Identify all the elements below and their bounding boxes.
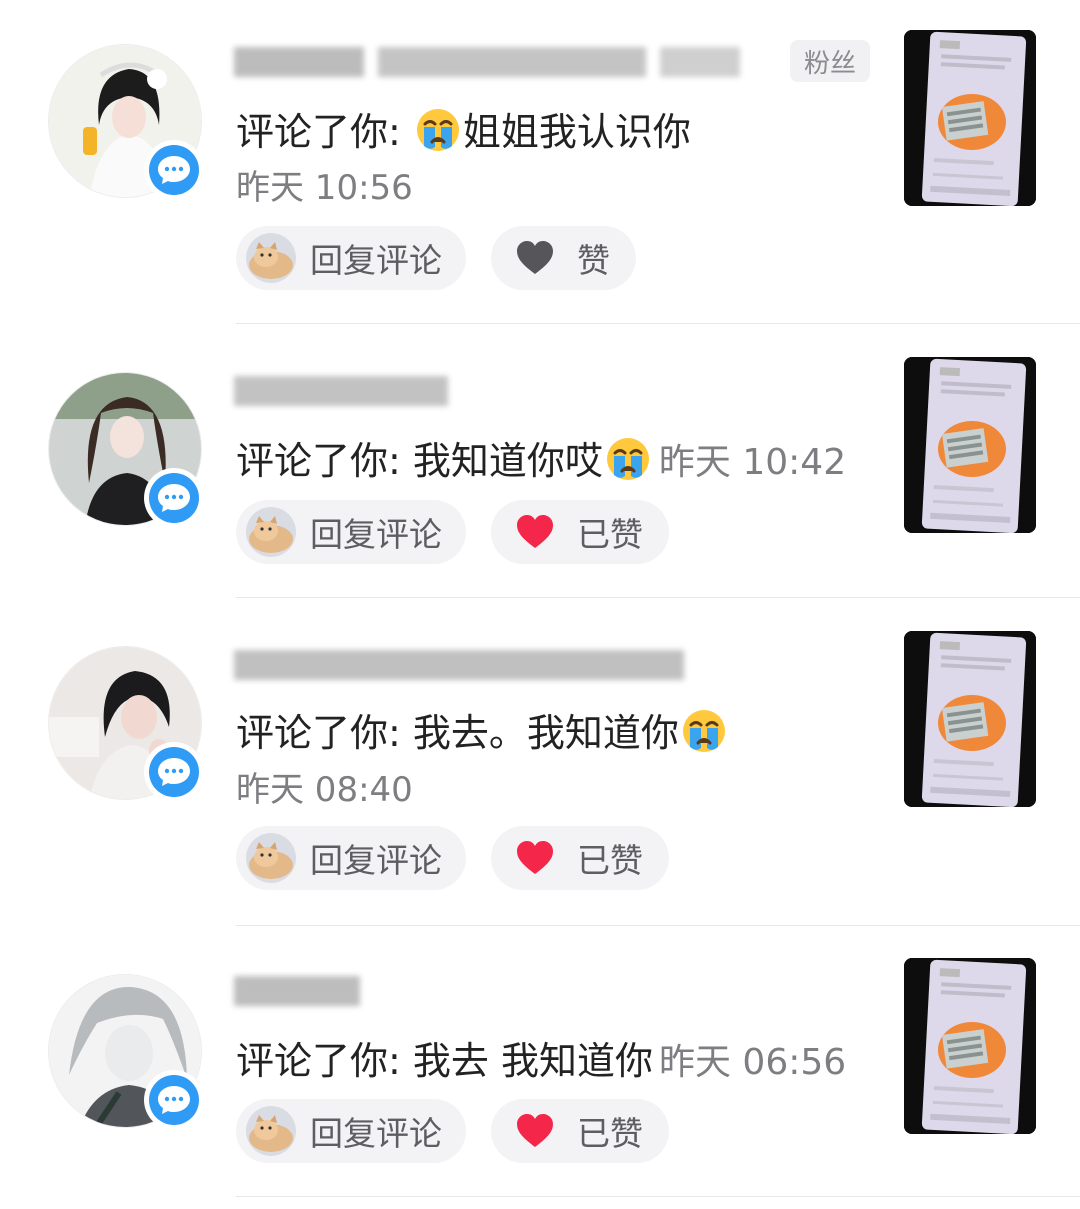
username-blurred[interactable] [234, 366, 448, 416]
loudly-crying-face-emoji [681, 708, 727, 754]
notification-item[interactable]: 评论了你: 我去 我知道你 昨天 06:56 回复评论 已赞 [0, 926, 1080, 1209]
avatar[interactable] [48, 372, 204, 528]
my-avatar-thumbnail [246, 1106, 296, 1156]
comment-text: 评论了你: 我去 我知道你 昨天 06:56 [236, 1039, 847, 1083]
my-avatar-thumbnail [246, 233, 296, 283]
heart-icon [515, 840, 555, 876]
timestamp: 昨天 08:40 [236, 770, 413, 810]
fan-badge: 粉丝 [790, 40, 870, 82]
comment-text: 评论了你: 姐姐我认识你 [236, 107, 691, 156]
avatar[interactable] [48, 646, 204, 802]
loudly-crying-face-emoji [605, 436, 651, 482]
notification-item[interactable]: 评论了你: 我去。我知道你 昨天 08:40 回复评论 已赞 [0, 598, 1080, 926]
heart-icon [515, 514, 555, 550]
timestamp: 昨天 10:56 [236, 168, 413, 208]
chat-bubble-icon [144, 742, 204, 802]
chat-bubble-icon [144, 468, 204, 528]
reply-comment-button[interactable]: 回复评论 [236, 226, 466, 290]
timestamp: 昨天 06:56 [658, 1042, 847, 1083]
liked-button[interactable]: 已赞 [491, 826, 669, 890]
loudly-crying-face-emoji [415, 107, 461, 153]
divider [236, 1196, 1080, 1197]
timestamp: 昨天 10:42 [658, 442, 847, 483]
post-thumbnail[interactable] [904, 357, 1036, 533]
username-blurred[interactable] [234, 966, 360, 1016]
heart-icon [515, 240, 555, 276]
chat-bubble-icon [144, 1070, 204, 1130]
notification-item[interactable]: 粉丝 评论了你: 姐姐我认识你 昨天 10:56 回复评论 赞 [0, 0, 1080, 324]
post-thumbnail[interactable] [904, 958, 1036, 1134]
my-avatar-thumbnail [246, 833, 296, 883]
avatar[interactable] [48, 974, 204, 1130]
like-button[interactable]: 赞 [491, 226, 636, 290]
avatar[interactable] [48, 44, 204, 200]
liked-button[interactable]: 已赞 [491, 500, 669, 564]
comment-text: 评论了你: 我知道你哎 昨天 10:42 [236, 436, 846, 487]
my-avatar-thumbnail [246, 507, 296, 557]
username-blurred[interactable] [234, 37, 740, 87]
reply-comment-button[interactable]: 回复评论 [236, 1099, 466, 1163]
post-thumbnail[interactable] [904, 631, 1036, 807]
heart-icon [515, 1113, 555, 1149]
reply-comment-button[interactable]: 回复评论 [236, 500, 466, 564]
chat-bubble-icon [144, 140, 204, 200]
username-blurred[interactable] [234, 640, 684, 690]
reply-comment-button[interactable]: 回复评论 [236, 826, 466, 890]
liked-button[interactable]: 已赞 [491, 1099, 669, 1163]
comment-text: 评论了你: 我去。我知道你 [236, 708, 729, 757]
notification-item[interactable]: 评论了你: 我知道你哎 昨天 10:42 回复评论 已赞 [0, 324, 1080, 598]
post-thumbnail[interactable] [904, 30, 1036, 206]
